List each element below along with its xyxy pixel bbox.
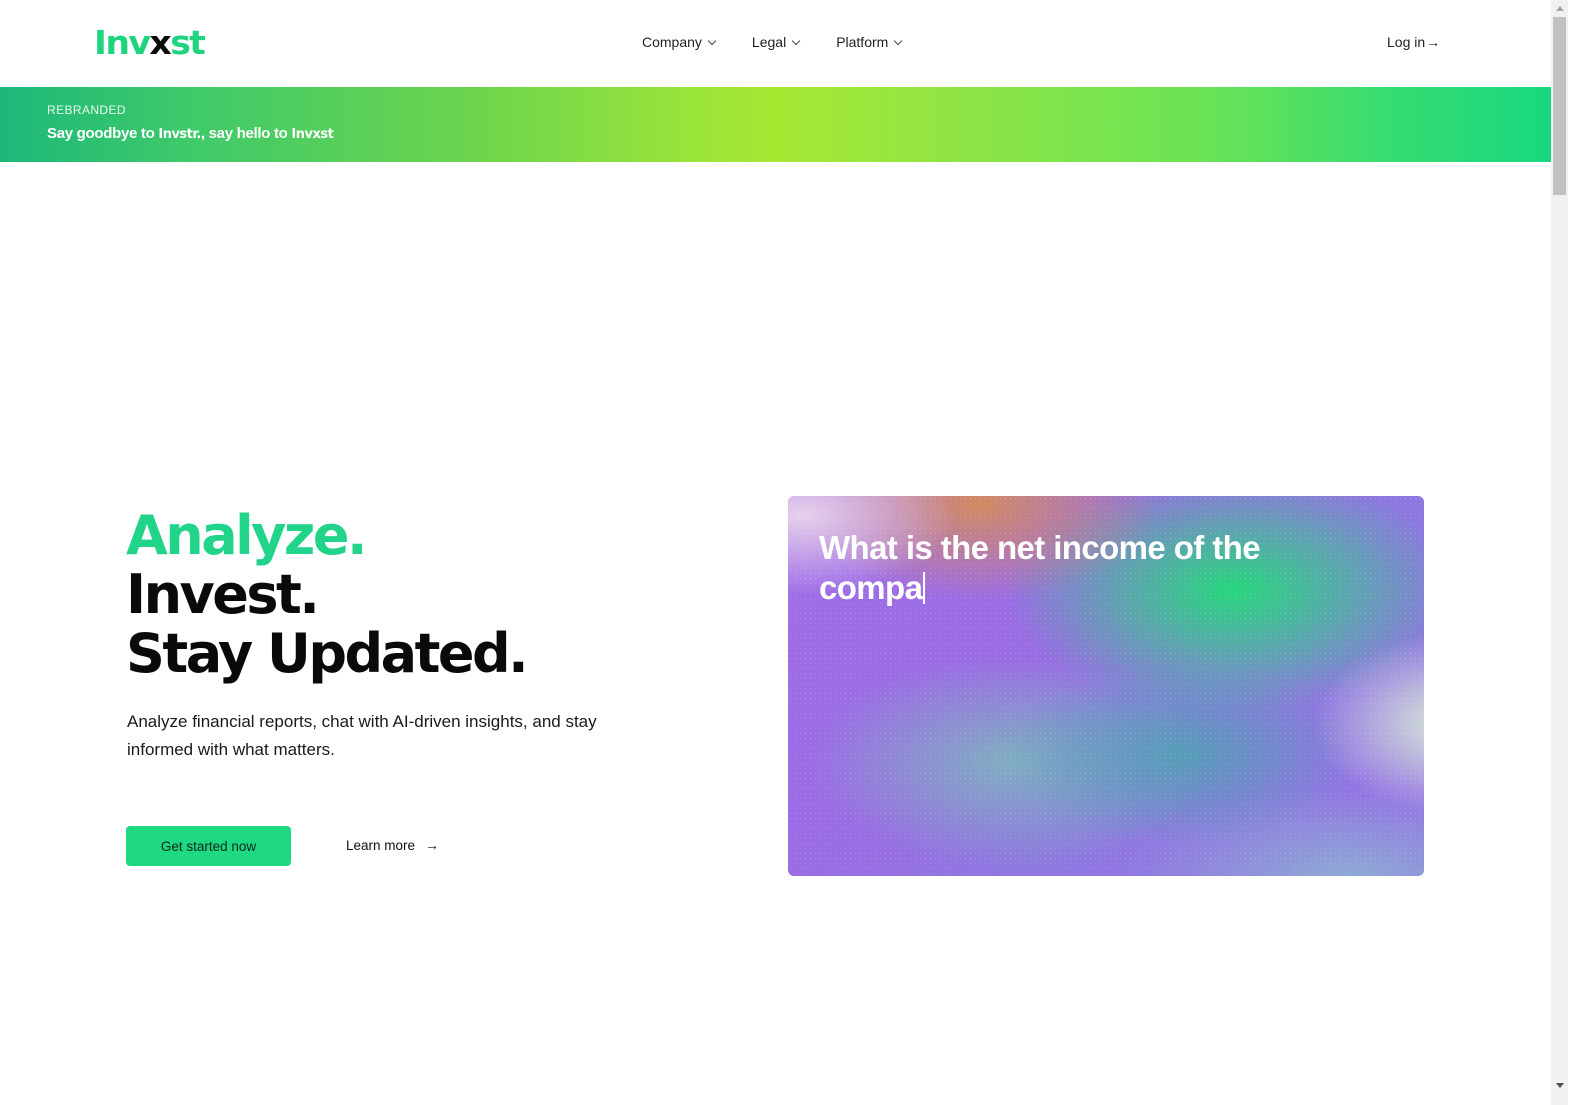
get-started-button[interactable]: Get started now (126, 826, 291, 866)
banner-text-before: Say goodbye to (47, 125, 159, 142)
rebrand-banner: REBRANDED Say goodbye to Invstr., say he… (0, 87, 1551, 162)
logo[interactable]: Invxst (94, 23, 206, 62)
nav-item-label: Company (642, 34, 702, 50)
chevron-down-icon (707, 36, 717, 45)
hero-title-line-3: Stay Updated. (126, 622, 529, 685)
page: Invxst Company Legal Platform Log in → R… (0, 0, 1551, 1105)
login-link[interactable]: Log in → (1387, 34, 1440, 50)
banner-text-middle: , say hello to (200, 125, 292, 142)
logo-part-inv: Inv (94, 23, 151, 62)
banner-message: Say goodbye to Invstr., say hello to Inv… (47, 125, 334, 142)
new-brand-name: Invxst (291, 127, 334, 142)
scroll-down-arrow-icon[interactable] (1551, 1077, 1568, 1093)
old-brand-name: Invstr. (158, 127, 201, 142)
scroll-up-arrow-icon[interactable] (1551, 0, 1568, 16)
main-nav: Company Legal Platform (642, 34, 938, 50)
window-edge (1568, 0, 1584, 1105)
nav-item-legal[interactable]: Legal (751, 34, 801, 50)
chevron-down-icon (894, 36, 903, 45)
learn-more-link[interactable]: Learn more → (346, 837, 439, 853)
login-label: Log in (1387, 34, 1426, 50)
hero-title-line-2: Invest. (126, 563, 320, 626)
nav-item-label: Platform (836, 34, 889, 50)
typed-prompt-text: What is the net income of the compa (819, 529, 1261, 606)
ai-prompt-showcase: What is the net income of the compa (788, 496, 1424, 876)
logo-part-x: x (149, 23, 171, 62)
chevron-down-icon (791, 36, 801, 45)
hero-title-line-1: Analyze. (126, 504, 367, 567)
learn-more-label: Learn more (346, 837, 416, 853)
text-cursor (923, 572, 926, 604)
nav-item-platform[interactable]: Platform (836, 34, 903, 50)
hero-subtitle: Analyze financial reports, chat with AI-… (127, 712, 597, 759)
typed-prompt: What is the net income of the compa (819, 528, 1339, 608)
vertical-scrollbar[interactable] (1551, 0, 1568, 1105)
banner-tag: REBRANDED (47, 103, 126, 117)
arrow-right-icon: → (425, 837, 440, 853)
hero-title: Analyze. Invest. Stay Updated. (126, 504, 529, 685)
logo-part-st: st (170, 23, 206, 62)
arrow-right-icon: → (1426, 34, 1441, 50)
site-header: Invxst Company Legal Platform Log in → (0, 0, 1551, 87)
scroll-thumb[interactable] (1553, 17, 1566, 195)
nav-item-label: Legal (751, 34, 787, 50)
nav-item-company[interactable]: Company (642, 34, 717, 50)
